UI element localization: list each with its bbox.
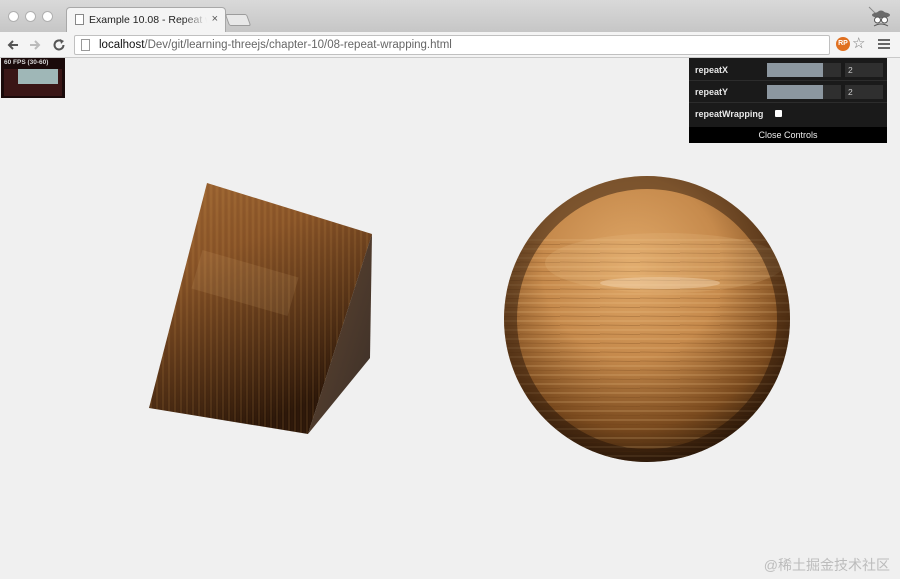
- new-tab-button[interactable]: [224, 14, 252, 26]
- repeatwrapping-label: repeatWrapping: [695, 109, 764, 119]
- incognito-icon: [868, 6, 890, 27]
- page-icon: [75, 14, 84, 25]
- tab-title: Example 10.08 - Repeat w: [89, 14, 207, 26]
- window-titlebar: Example 10.08 - Repeat w ×: [0, 0, 900, 32]
- repeatwrapping-checkbox[interactable]: [775, 110, 782, 117]
- repeaty-control: repeatY 2: [689, 81, 887, 103]
- browser-toolbar: localhost/Dev/git/learning-threejs/chapt…: [0, 32, 900, 58]
- browser-tab[interactable]: Example 10.08 - Repeat w ×: [66, 7, 226, 32]
- document-icon: [81, 39, 90, 51]
- extension-icon[interactable]: RP: [836, 37, 850, 51]
- controls-panel: repeatX 2 repeatY 2 repeatWrapping Close…: [689, 58, 887, 143]
- back-button[interactable]: [4, 36, 22, 54]
- fps-stats-panel[interactable]: 60 FPS (30-60): [1, 58, 65, 98]
- repeaty-input[interactable]: 2: [845, 85, 883, 99]
- forward-button[interactable]: [26, 36, 44, 54]
- fps-graph-bar: [18, 69, 58, 84]
- zoom-window-button[interactable]: [42, 11, 53, 22]
- close-controls-button[interactable]: Close Controls: [689, 127, 887, 143]
- repeaty-label: repeatY: [695, 87, 729, 97]
- wood-cube: [149, 183, 372, 434]
- address-bar[interactable]: localhost/Dev/git/learning-threejs/chapt…: [74, 35, 830, 55]
- repeaty-slider-fill: [767, 85, 823, 99]
- url-path: /Dev/git/learning-threejs/chapter-10/08-…: [144, 39, 452, 51]
- minimize-window-button[interactable]: [25, 11, 36, 22]
- menu-icon[interactable]: [878, 39, 890, 51]
- tab-close-icon[interactable]: ×: [212, 13, 218, 25]
- back-arrow-icon: [7, 40, 18, 50]
- fps-readout: 60 FPS (30-60): [4, 59, 49, 66]
- forward-arrow-icon: [30, 40, 41, 50]
- bookmark-star-icon[interactable]: ☆: [852, 35, 865, 53]
- repeatx-slider-fill: [767, 63, 823, 77]
- repeatx-label: repeatX: [695, 65, 729, 75]
- reload-icon: [53, 39, 65, 51]
- repeatx-slider[interactable]: [767, 63, 841, 77]
- webgl-viewport[interactable]: 60 FPS (30-60) repeatX 2 repeatY 2 repea…: [0, 58, 900, 579]
- reload-button[interactable]: [50, 36, 68, 54]
- close-window-button[interactable]: [8, 11, 19, 22]
- repeatx-control: repeatX 2: [689, 59, 887, 81]
- repeatx-input[interactable]: 2: [845, 63, 883, 77]
- repeaty-slider[interactable]: [767, 85, 841, 99]
- repeatwrapping-control: repeatWrapping: [689, 103, 887, 125]
- url-host: localhost: [99, 39, 145, 51]
- watermark: @稀土掘金技术社区: [763, 557, 890, 573]
- wood-sphere: [504, 176, 790, 462]
- url-text: localhost/Dev/git/learning-threejs/chapt…: [99, 39, 452, 52]
